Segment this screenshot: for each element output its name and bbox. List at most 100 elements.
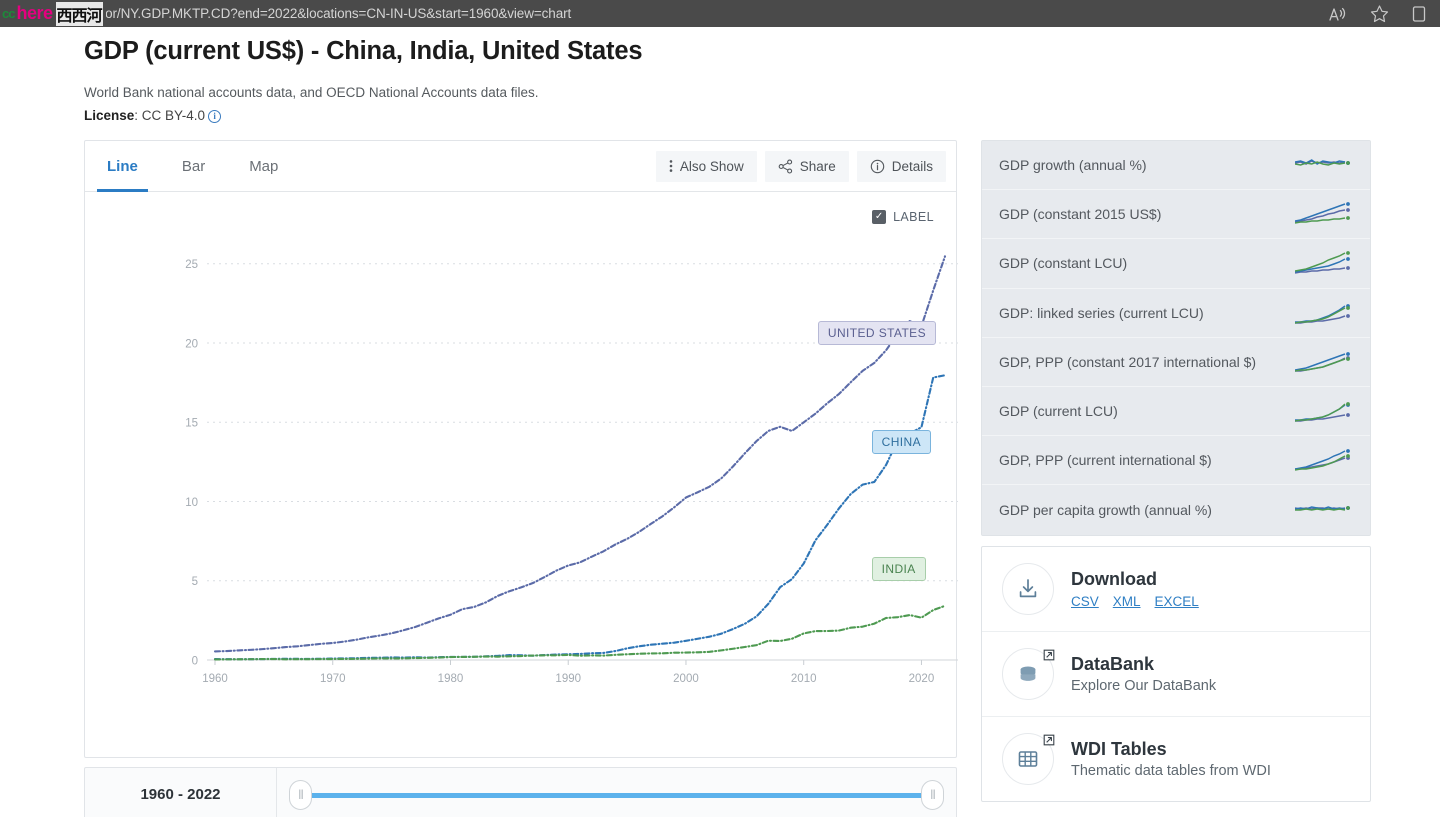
database-icon — [1002, 647, 1055, 700]
year-range-text: 1960 - 2022 — [85, 768, 277, 817]
indicator-sparkline-icon — [1295, 159, 1350, 166]
source-note: World Bank national accounts data, and O… — [84, 85, 539, 100]
indicator-row[interactable]: GDP (current LCU) — [982, 386, 1370, 437]
svg-text:1970: 1970 — [320, 673, 346, 685]
share-button[interactable]: Share — [764, 150, 849, 182]
indicator-sparkline-icon — [1295, 202, 1350, 225]
details-button[interactable]: Details — [856, 150, 946, 182]
info-circle-icon — [870, 159, 885, 174]
external-link-icon — [1043, 648, 1055, 666]
indicator-row[interactable]: GDP growth (annual %) — [982, 141, 1370, 191]
browser-toolbar: cc here 西西河 dbank.org/indicator/NY.GDP.M… — [0, 0, 1440, 27]
svg-text:0: 0 — [192, 656, 198, 668]
sidebar-column: GDP growth (annual %) GDP (constant 2015 … — [981, 140, 1371, 802]
year-range-slider-card: 1960 - 2022 ||| ||| — [84, 767, 957, 817]
wdi-tables-subtitle: Thematic data tables from WDI — [1071, 763, 1271, 780]
watermark-chinese-text: 西西河 — [55, 1, 103, 26]
slider-handle-end[interactable]: ||| — [921, 780, 944, 810]
series-label-india[interactable]: INDIA — [871, 557, 926, 582]
browser-actions — [1328, 4, 1440, 24]
read-aloud-icon[interactable] — [1328, 5, 1347, 23]
databank-subtitle: Explore Our DataBank — [1071, 678, 1217, 695]
download-title: Download — [1071, 569, 1157, 590]
line-chart-plot: 0 5 10 15 20 25 1960 1970 1980 1990 2000 2010 2020 — [185, 255, 958, 685]
download-links: CSV XML EXCEL — [1071, 594, 1199, 609]
page-title: GDP (current US$) - China, India, United… — [84, 37, 643, 65]
tab-line[interactable]: Line — [85, 141, 160, 192]
slider-handle-start[interactable]: ||| — [289, 780, 312, 810]
indicator-sparkline-icon — [1295, 402, 1350, 422]
svg-text:1960: 1960 — [202, 673, 228, 685]
grip-handle-icon: ||| — [298, 789, 304, 800]
indicator-label: GDP, PPP (current international $) — [999, 452, 1212, 469]
indicator-row[interactable]: GDP per capita growth (annual %) — [982, 485, 1370, 535]
share-label: Share — [799, 158, 836, 174]
indicator-sparkline-icon — [1295, 351, 1350, 372]
svg-text:20: 20 — [185, 338, 198, 350]
table-grid-icon — [1002, 732, 1055, 785]
slider-track[interactable]: ||| ||| — [289, 780, 944, 810]
svg-text:10: 10 — [185, 497, 198, 509]
indicator-label: GDP, PPP (constant 2017 international $) — [999, 353, 1257, 370]
databank-title: DataBank — [1071, 653, 1155, 674]
indicator-row[interactable]: GDP (constant LCU) — [982, 239, 1370, 289]
indicator-sparkline-icon — [1295, 506, 1350, 511]
indicator-label: GDP per capita growth (annual %) — [999, 501, 1212, 518]
also-show-button[interactable]: Also Show — [655, 150, 757, 182]
wdi-tables-title: WDI Tables — [1071, 738, 1167, 759]
share-nodes-icon — [778, 158, 793, 174]
svg-text:2020: 2020 — [909, 673, 935, 685]
indicator-label: GDP (current LCU) — [999, 403, 1118, 420]
indicator-label: GDP (constant 2015 US$) — [999, 206, 1162, 223]
svg-text:1980: 1980 — [438, 673, 464, 685]
download-card[interactable]: Download CSV XML EXCEL — [982, 547, 1370, 632]
page-content: GDP (current US$) - China, India, United… — [0, 27, 1440, 817]
vertical-dots-icon — [669, 159, 673, 173]
year-range-slider[interactable]: ||| ||| — [277, 767, 956, 817]
chart-tabs: Line Bar Map — [85, 141, 300, 192]
address-bar[interactable]: cc here 西西河 dbank.org/indicator/NY.GDP.M… — [0, 0, 1328, 27]
indicator-row[interactable]: GDP: linked series (current LCU) — [982, 288, 1370, 338]
wdi-tables-card[interactable]: WDI Tables Thematic data tables from WDI — [982, 717, 1370, 801]
also-show-label: Also Show — [679, 158, 744, 174]
series-label-china[interactable]: CHINA — [871, 429, 932, 454]
chart-card: Line Bar Map Also Show Share Details ✓ L… — [84, 140, 958, 758]
svg-text:15: 15 — [185, 418, 198, 430]
chart-body: ✓ LABEL 0 5 10 15 20 25 1960 1970 1980 1990 2000 20… — [85, 192, 958, 757]
collections-icon[interactable] — [1412, 5, 1426, 23]
grip-handle-icon: ||| — [930, 789, 936, 800]
tab-map[interactable]: Map — [227, 141, 300, 191]
details-label: Details — [891, 158, 933, 174]
chart-toolbar: Also Show Share Details — [655, 150, 946, 182]
license-label: License — [84, 108, 135, 123]
svg-text:1990: 1990 — [555, 673, 581, 685]
resources-list: Download CSV XML EXCEL DataBank Explore … — [981, 545, 1371, 802]
indicator-sparkline-icon — [1295, 449, 1350, 471]
download-excel-link[interactable]: EXCEL — [1155, 594, 1199, 609]
watermark-here-text: here — [16, 3, 53, 23]
download-csv-link[interactable]: CSV — [1071, 594, 1099, 609]
license-value: : CC BY-4.0 — [134, 108, 206, 123]
info-circle-icon[interactable]: i — [208, 110, 222, 123]
external-link-icon — [1043, 733, 1055, 751]
download-xml-link[interactable]: XML — [1113, 594, 1141, 609]
download-icon — [1002, 562, 1054, 615]
indicator-row[interactable]: GDP (constant 2015 US$) — [982, 190, 1370, 240]
star-icon[interactable] — [1369, 4, 1390, 24]
license-line: License: CC BY-4.0 i — [84, 108, 1440, 123]
chart-column: Line Bar Map Also Show Share Details ✓ L… — [84, 140, 958, 817]
indicator-label: GDP (constant LCU) — [999, 255, 1128, 272]
series-label-united-states[interactable]: UNITED STATES — [817, 321, 936, 346]
indicator-row[interactable]: GDP, PPP (constant 2017 international $) — [982, 337, 1370, 387]
related-indicators-list: GDP growth (annual %) GDP (constant 2015 … — [981, 140, 1371, 536]
indicator-sparkline-icon — [1295, 251, 1350, 275]
svg-text:25: 25 — [185, 259, 198, 271]
indicator-sparkline-icon — [1295, 303, 1350, 324]
indicator-row[interactable]: GDP, PPP (current international $) — [982, 436, 1370, 486]
svg-text:2010: 2010 — [791, 673, 817, 685]
tab-bar[interactable]: Bar — [160, 141, 227, 191]
databank-card[interactable]: DataBank Explore Our DataBank — [982, 632, 1370, 717]
svg-text:5: 5 — [192, 576, 198, 588]
watermark-overlay: cc here 西西河 — [0, 0, 106, 27]
watermark-cc-text: cc — [2, 6, 16, 21]
